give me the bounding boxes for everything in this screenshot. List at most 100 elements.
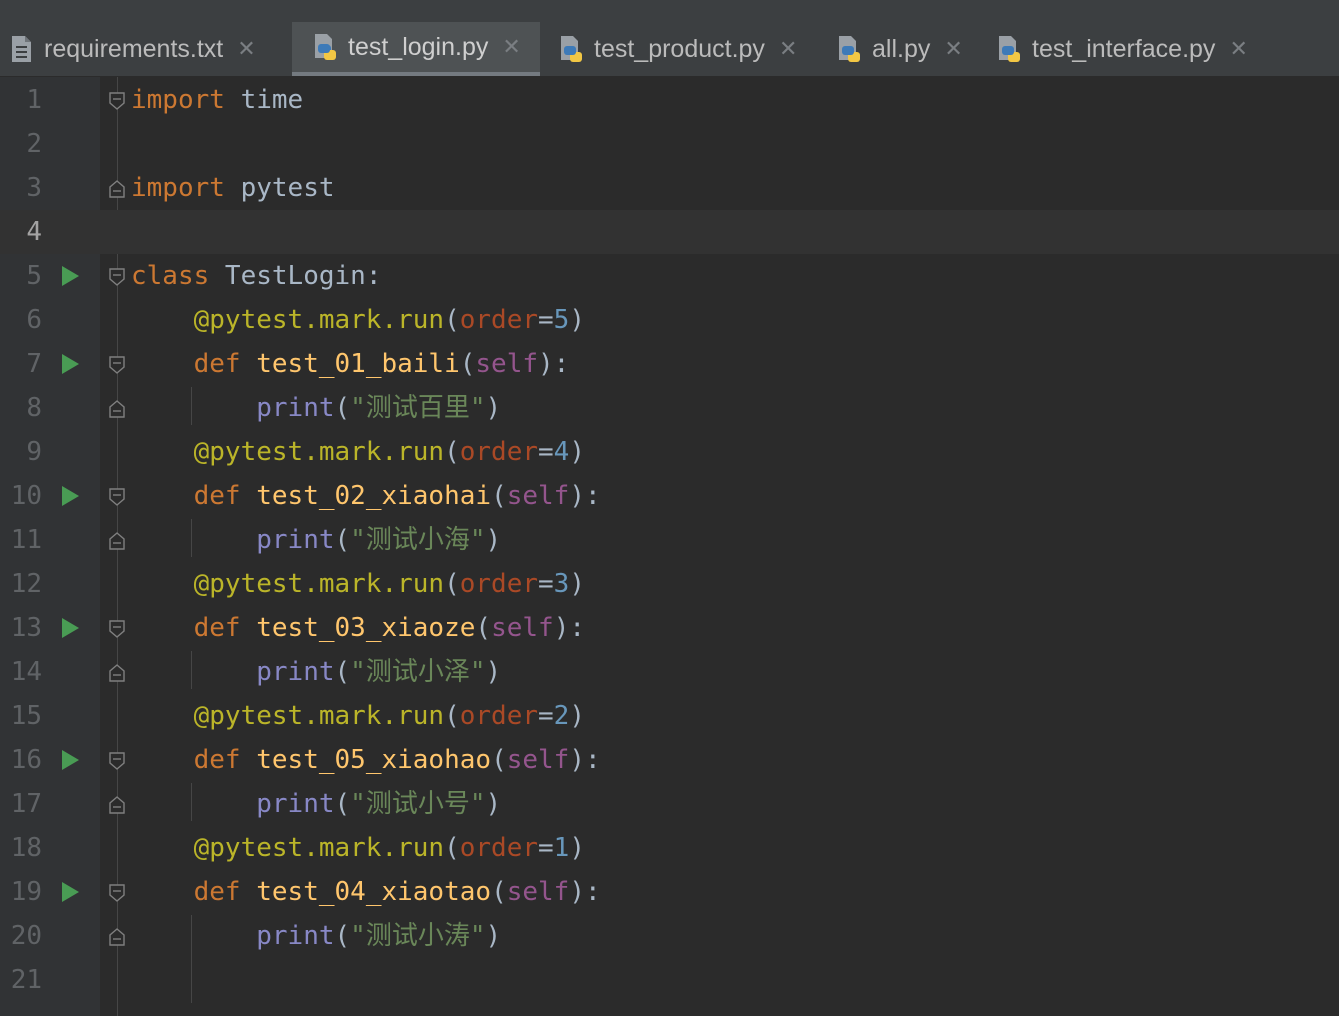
- tab-requirements-txt[interactable]: requirements.txt ✕: [8, 22, 292, 76]
- code-token: order: [459, 305, 539, 335]
- line-number: 16: [10, 745, 42, 775]
- code-line[interactable]: 6 @pytest.mark.run(order=5): [0, 298, 1339, 342]
- code-line[interactable]: 14 print("测试小泽"): [0, 650, 1339, 694]
- line-number: 14: [10, 657, 42, 687]
- code-token: =: [538, 569, 554, 599]
- run-icon[interactable]: [62, 486, 79, 506]
- fold-end-icon[interactable]: [108, 663, 126, 683]
- code-text: @pytest.mark.run(order=4): [131, 430, 585, 474]
- code-line[interactable]: 9 @pytest.mark.run(order=4): [0, 430, 1339, 474]
- tab-test-login-py[interactable]: test_login.py ✕: [292, 22, 540, 76]
- code-text: class TestLogin:: [131, 254, 381, 298]
- close-icon[interactable]: ✕: [779, 36, 797, 62]
- code-token: import: [131, 85, 225, 115]
- code-line[interactable]: 18 @pytest.mark.run(order=1): [0, 826, 1339, 870]
- code-line[interactable]: 3 import pytest: [0, 166, 1339, 210]
- line-number: 8: [26, 393, 42, 423]
- tab-label: test_product.py: [594, 34, 765, 63]
- close-icon[interactable]: ✕: [944, 36, 962, 62]
- fold-end-icon[interactable]: [108, 927, 126, 947]
- code-line[interactable]: 17 print("测试小号"): [0, 782, 1339, 826]
- code-line[interactable]: 15 @pytest.mark.run(order=2): [0, 694, 1339, 738]
- close-icon[interactable]: ✕: [502, 34, 520, 60]
- code-token: ): [569, 701, 585, 731]
- fold-start-icon[interactable]: [108, 883, 126, 903]
- code-line[interactable]: 11 print("测试小海"): [0, 518, 1339, 562]
- run-icon[interactable]: [62, 266, 79, 286]
- line-number: 10: [10, 481, 42, 511]
- fold-start-icon[interactable]: [108, 267, 126, 287]
- code-token: ):: [569, 877, 601, 907]
- code-token: ): [485, 921, 502, 951]
- code-token: test_05_xiaohao: [256, 745, 492, 775]
- fold-start-icon[interactable]: [108, 355, 126, 375]
- code-text: def test_05_xiaohao(self):: [131, 738, 601, 782]
- code-token: ): [485, 393, 502, 423]
- code-token: self: [491, 613, 554, 643]
- line-number: 17: [10, 789, 42, 819]
- run-icon[interactable]: [62, 354, 79, 374]
- run-icon[interactable]: [62, 882, 79, 902]
- code-token: =: [538, 305, 554, 335]
- code-text: print("测试小号"): [131, 782, 501, 826]
- line-number: 6: [26, 305, 42, 335]
- fold-end-icon[interactable]: [108, 531, 126, 551]
- code-token: def: [193, 481, 241, 511]
- code-line[interactable]: 12 @pytest.mark.run(order=3): [0, 562, 1339, 606]
- code-token: (: [491, 745, 507, 775]
- tab-test-product-py[interactable]: test_product.py ✕: [558, 22, 818, 76]
- fold-start-icon[interactable]: [108, 619, 126, 639]
- tab-all-py[interactable]: all.py ✕: [836, 22, 986, 76]
- code-token: ): [569, 305, 585, 335]
- code-line[interactable]: 21: [0, 958, 1339, 1002]
- fold-start-icon[interactable]: [108, 91, 126, 111]
- code-line[interactable]: 16 def test_05_xiaohao(self):: [0, 738, 1339, 782]
- code-editor[interactable]: 1 import time 2 3 import pytest 4 5 class TestL…: [0, 77, 1339, 1016]
- code-text: def test_02_xiaohai(self):: [131, 474, 601, 518]
- code-line[interactable]: 4: [0, 210, 1339, 254]
- fold-end-icon[interactable]: [108, 399, 126, 419]
- fold-start-icon[interactable]: [108, 487, 126, 507]
- code-token: =: [538, 833, 554, 863]
- fold-end-icon[interactable]: [108, 179, 126, 199]
- run-icon[interactable]: [62, 750, 79, 770]
- code-line[interactable]: 5 class TestLogin:: [0, 254, 1339, 298]
- fold-end-icon[interactable]: [108, 795, 126, 815]
- fold-start-icon[interactable]: [108, 751, 126, 771]
- code-line[interactable]: 13 def test_03_xiaoze(self):: [0, 606, 1339, 650]
- tab-test-interface-py[interactable]: test_interface.py ✕: [996, 22, 1276, 76]
- code-line[interactable]: 20 print("测试小涛"): [0, 914, 1339, 958]
- code-line[interactable]: 19 def test_04_xiaotao(self):: [0, 870, 1339, 914]
- code-token: (: [444, 437, 460, 467]
- code-line[interactable]: 8 print("测试百里"): [0, 386, 1339, 430]
- code-line[interactable]: 10 def test_02_xiaohai(self):: [0, 474, 1339, 518]
- run-icon[interactable]: [62, 618, 79, 638]
- close-icon[interactable]: ✕: [1229, 36, 1247, 62]
- code-token: @pytest.mark.run: [193, 701, 445, 731]
- code-token: print: [256, 657, 335, 687]
- code-token: self: [475, 349, 539, 379]
- close-icon[interactable]: ✕: [237, 36, 255, 62]
- code-token: ): [569, 833, 585, 863]
- code-text: def test_03_xiaoze(self):: [131, 606, 585, 650]
- code-line[interactable]: 1 import time: [0, 78, 1339, 122]
- code-line[interactable]: 2: [0, 122, 1339, 166]
- code-line[interactable]: 7 def test_01_baili(self):: [0, 342, 1339, 386]
- code-token: ):: [538, 349, 570, 379]
- code-text: print("测试百里"): [131, 386, 501, 430]
- code-token: self: [506, 481, 570, 511]
- line-number: 7: [26, 349, 42, 379]
- code-token: order: [459, 833, 539, 863]
- code-token: def: [193, 349, 241, 379]
- code-token: test_03_xiaoze: [256, 613, 476, 643]
- code-token: import: [131, 173, 225, 203]
